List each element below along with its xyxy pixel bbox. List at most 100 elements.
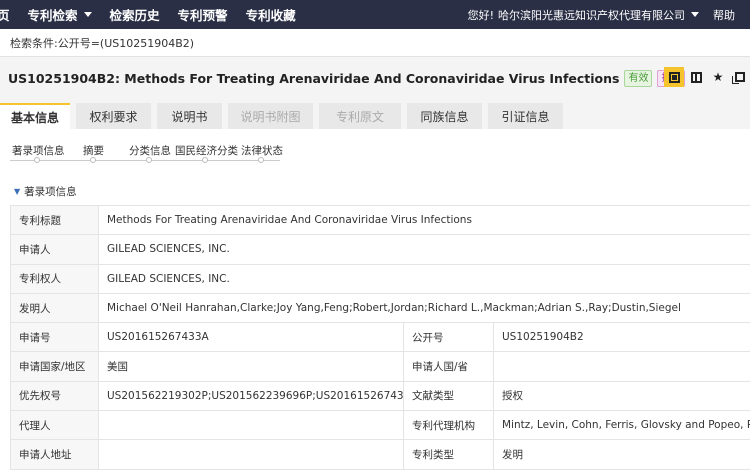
- tab-drawings[interactable]: 说明书附图: [228, 103, 313, 129]
- nav-search-history[interactable]: 检索历史: [101, 0, 169, 29]
- nav-patent-search-label: 专利检索: [27, 8, 78, 23]
- help-link[interactable]: 帮助: [713, 7, 750, 23]
- table-row: 专利权人 GILEAD SCIENCES, INC.: [10, 263, 750, 294]
- favorite-button[interactable]: ★: [708, 67, 728, 87]
- anchor-dot: [34, 157, 40, 163]
- tab-claims[interactable]: 权利要求: [76, 103, 151, 129]
- tab-description[interactable]: 说明书: [157, 103, 222, 129]
- nav-patent-search[interactable]: 专利检索: [19, 0, 101, 29]
- basic-info-panel: ▼ 著录项信息 专利标题 Methods For Treating Arenav…: [0, 166, 750, 472]
- tab-label: 说明书: [171, 109, 208, 124]
- copy-button[interactable]: [730, 67, 750, 87]
- field-label: 申请国家/地区: [10, 351, 99, 382]
- search-condition-value: 公开号=(US10251904B2): [57, 36, 195, 50]
- table-row: 发明人 Michael O'Neil Hanrahan,Clarke;Joy Y…: [10, 292, 750, 324]
- section-anchor-nav: 著录项信息 摘要 分类信息 国民经济分类 法律状态: [0, 129, 750, 166]
- table-row: 申请人地址 专利类型 发明: [10, 439, 750, 470]
- nav-search-history-label: 检索历史: [109, 8, 160, 23]
- field-value: Michael O'Neil Hanrahan,Clarke;Joy Yang,…: [98, 292, 750, 324]
- field-label: 公开号: [403, 322, 494, 353]
- anchor-bibliographic[interactable]: 著录项信息: [12, 143, 65, 158]
- patent-title: US10251904B2: Methods For Treating Arena…: [8, 71, 620, 86]
- user-area: 您好! 哈尔滨阳光惠远知识产权代理有限公司 帮助: [468, 0, 750, 29]
- layout-single-button[interactable]: [664, 67, 684, 87]
- table-row: 优先权号 US201562219302P;US201562239696P;US2…: [10, 380, 750, 412]
- caret-down-icon: [83, 12, 92, 17]
- anchor-abstract[interactable]: 摘要: [83, 143, 104, 158]
- field-value: Methods For Treating Arenaviridae And Co…: [98, 204, 750, 236]
- nav-home-label: 页: [0, 8, 10, 23]
- table-row: 代理人 专利代理机构 Mintz, Levin, Cohn, Ferris, G…: [10, 410, 750, 441]
- field-label: 专利标题: [10, 204, 99, 236]
- tab-family-info[interactable]: 同族信息: [407, 103, 482, 129]
- caret-down-icon: [691, 12, 699, 17]
- field-label: 专利权人: [10, 263, 99, 294]
- field-value: [98, 439, 404, 470]
- anchor-economic-classification[interactable]: 国民经济分类: [175, 143, 238, 158]
- chevron-down-icon: ▼: [14, 187, 21, 196]
- field-label: 代理人: [10, 410, 99, 441]
- field-label: 专利代理机构: [403, 410, 494, 441]
- copy-icon: [732, 72, 745, 84]
- bibliographic-table: 专利标题 Methods For Treating Arenaviridae A…: [10, 204, 750, 470]
- anchor-line: [10, 160, 280, 161]
- table-row: 申请号 US201615267433A 公开号 US10251904B2: [10, 322, 750, 353]
- nav-patent-alert[interactable]: 专利预警: [169, 0, 237, 29]
- nav-home[interactable]: 页: [0, 0, 19, 29]
- table-row: 申请人 GILEAD SCIENCES, INC.: [10, 234, 750, 265]
- org-name: 哈尔滨阳光惠远知识产权代理有限公司: [498, 8, 685, 22]
- tab-citation-info[interactable]: 引证信息: [488, 103, 563, 129]
- nav-patent-favorites-label: 专利收藏: [245, 8, 296, 23]
- greeting-text: 您好!: [467, 8, 494, 22]
- view-tools: ★: [662, 67, 750, 87]
- tab-label: 基本信息: [10, 110, 59, 125]
- star-icon: ★: [712, 70, 724, 84]
- bibliographic-section-toggle[interactable]: ▼ 著录项信息: [14, 184, 77, 199]
- field-value: US10251904B2: [493, 322, 750, 353]
- tab-original-document[interactable]: 专利原文: [319, 103, 401, 129]
- tab-basic-info[interactable]: 基本信息: [0, 103, 70, 129]
- table-row: 专利标题 Methods For Treating Arenaviridae A…: [10, 204, 750, 236]
- layout-split-button[interactable]: [686, 67, 706, 87]
- field-label: 专利类型: [403, 439, 494, 470]
- anchor-dot: [90, 157, 96, 163]
- search-condition: 检索条件: 公开号=(US10251904B2): [0, 29, 750, 57]
- field-label: 申请人: [10, 234, 99, 265]
- anchor-dot: [146, 157, 152, 163]
- anchor-dot: [202, 157, 208, 163]
- field-value: GILEAD SCIENCES, INC.: [98, 263, 750, 294]
- detail-tabs: 基本信息 权利要求 说明书 说明书附图 专利原文 同族信息 引证信息: [0, 103, 750, 129]
- field-value: 授权: [493, 380, 750, 412]
- table-row: 申请国家/地区 美国 申请人国/省: [10, 351, 750, 382]
- field-label: 申请人地址: [10, 439, 99, 470]
- tab-label: 同族信息: [420, 109, 469, 124]
- field-value: [493, 351, 750, 382]
- nav-patent-favorites[interactable]: 专利收藏: [237, 0, 305, 29]
- field-label: 文献类型: [403, 380, 494, 412]
- layout-split-icon: [690, 71, 702, 83]
- main-menu: 页 专利检索 检索历史 专利预警 专利收藏: [0, 0, 305, 29]
- anchor-classification[interactable]: 分类信息: [129, 143, 171, 158]
- field-value: US201615267433A: [98, 322, 404, 353]
- field-label: 申请号: [10, 322, 99, 353]
- org-menu[interactable]: 哈尔滨阳光惠远知识产权代理有限公司: [498, 7, 713, 23]
- tab-label: 权利要求: [89, 109, 138, 124]
- search-condition-label: 检索条件:: [10, 36, 58, 50]
- top-navigation-bar: 页 专利检索 检索历史 专利预警 专利收藏 您好! 哈尔滨阳光惠远知识产权代理有…: [0, 0, 750, 29]
- tab-label: 引证信息: [501, 109, 550, 124]
- anchor-legal-status[interactable]: 法律状态: [241, 143, 283, 158]
- patent-title-bar: US10251904B2: Methods For Treating Arena…: [0, 57, 750, 100]
- tab-label: 专利原文: [335, 109, 384, 124]
- anchor-dot: [258, 157, 264, 163]
- field-label: 发明人: [10, 292, 99, 324]
- layout-single-icon: [668, 71, 680, 83]
- field-label: 优先权号: [10, 380, 99, 412]
- tab-label: 说明书附图: [240, 109, 301, 124]
- field-label: 申请人国/省: [403, 351, 494, 382]
- field-value: 发明: [493, 439, 750, 470]
- field-value: GILEAD SCIENCES, INC.: [98, 234, 750, 265]
- field-value: [98, 410, 404, 441]
- nav-patent-alert-label: 专利预警: [177, 8, 228, 23]
- field-value: Mintz, Levin, Cohn, Ferris, Glovsky and …: [493, 410, 750, 441]
- status-badge: 有效: [624, 70, 653, 87]
